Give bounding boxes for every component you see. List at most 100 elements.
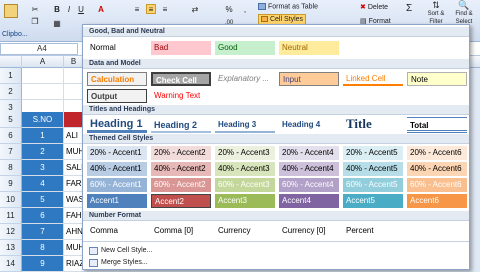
sort-filter-button[interactable]: ⇅ Sort & Filter [424, 1, 448, 26]
table-cell[interactable]: SALI [64, 160, 84, 176]
style-40-accent6[interactable]: 40% - Accent6 [407, 162, 467, 176]
style-heading-1[interactable]: Heading 1 [87, 117, 147, 133]
autosum-icon[interactable]: Σ [406, 3, 412, 14]
style-20-accent6[interactable]: 20% - Accent6 [407, 146, 467, 160]
style-20-accent2[interactable]: 20% - Accent2 [151, 146, 211, 160]
table-cell[interactable]: 1 [22, 128, 64, 144]
style-40-accent5[interactable]: 40% - Accent5 [343, 162, 403, 176]
style-60-accent3[interactable]: 60% - Accent3 [215, 178, 275, 192]
style-accent4[interactable]: Accent4 [279, 194, 339, 208]
column-header-b[interactable]: B [64, 56, 84, 68]
style-good[interactable]: Good [215, 41, 275, 55]
style-comma-0[interactable]: Comma [0] [151, 224, 211, 238]
copy-icon[interactable]: ❐ [30, 16, 40, 26]
style-accent5[interactable]: Accent5 [343, 194, 403, 208]
cut-icon[interactable]: ✂ [30, 4, 40, 14]
style-explanatory[interactable]: Explanatory ... [215, 72, 275, 86]
table-cell[interactable]: MUH [64, 240, 84, 256]
style-accent3[interactable]: Accent3 [215, 194, 275, 208]
column-header-a[interactable]: A [22, 56, 64, 68]
table-cell[interactable]: AHN [64, 224, 84, 240]
style-heading-3[interactable]: Heading 3 [215, 117, 275, 133]
table-cell[interactable]: MUH [64, 144, 84, 160]
table-cell[interactable]: FAR [64, 176, 84, 192]
table-header-cell[interactable] [64, 112, 84, 128]
style-comma[interactable]: Comma [87, 224, 147, 238]
delete-button[interactable]: ✖ Delete [360, 3, 388, 11]
style-accent2[interactable]: Accent2 [151, 194, 211, 208]
style-linked-cell[interactable]: Linked Cell [343, 72, 403, 86]
style-40-accent3[interactable]: 40% - Accent3 [215, 162, 275, 176]
row-header[interactable]: 11 [0, 208, 22, 224]
percent-button[interactable]: % [224, 4, 234, 14]
borders-icon[interactable]: ▦ [52, 18, 62, 28]
style-note[interactable]: Note [407, 72, 467, 86]
style-60-accent4[interactable]: 60% - Accent4 [279, 178, 339, 192]
table-cell[interactable]: 2 [22, 144, 64, 160]
style-total[interactable]: Total [407, 117, 467, 133]
style-calculation[interactable]: Calculation [87, 72, 147, 86]
style-accent1[interactable]: Accent1 [87, 194, 147, 208]
font-color-icon[interactable]: A [96, 4, 106, 14]
select-all-corner[interactable] [0, 56, 22, 68]
name-box[interactable]: A4 [0, 43, 78, 55]
underline-button[interactable]: U [76, 4, 86, 14]
style-20-accent3[interactable]: 20% - Accent3 [215, 146, 275, 160]
table-cell[interactable] [64, 84, 84, 100]
table-cell[interactable]: FAH [64, 208, 84, 224]
style-title[interactable]: Title [343, 115, 403, 133]
row-header[interactable]: 12 [0, 224, 22, 240]
style-input[interactable]: Input [279, 72, 339, 86]
row-header[interactable]: 13 [0, 240, 22, 256]
table-cell[interactable]: 4 [22, 176, 64, 192]
style-20-accent5[interactable]: 20% - Accent5 [343, 146, 403, 160]
wrap-text-icon[interactable]: ⇄ [190, 4, 200, 14]
style-check-cell[interactable]: Check Cell [151, 72, 211, 86]
row-header[interactable]: 8 [0, 160, 22, 176]
table-cell[interactable] [64, 68, 84, 84]
align-left-button[interactable]: ≡ [132, 4, 142, 14]
find-select-button[interactable]: 🔍 Find & Select [450, 1, 478, 26]
table-cell[interactable]: 6 [22, 208, 64, 224]
comma-button[interactable]: , [240, 4, 250, 14]
new-cell-style-menu-item[interactable]: New Cell Style... [87, 245, 152, 257]
table-header-cell[interactable]: S.NO [22, 112, 64, 128]
style-warning-text[interactable]: Warning Text [151, 89, 211, 103]
style-normal[interactable]: Normal [87, 41, 147, 55]
style-percent[interactable]: Percent [343, 224, 403, 238]
row-header[interactable]: 1 [0, 68, 22, 84]
row-header[interactable]: 10 [0, 192, 22, 208]
table-cell[interactable] [22, 84, 64, 100]
table-cell[interactable]: 3 [22, 160, 64, 176]
merge-styles-menu-item[interactable]: Merge Styles... [87, 257, 148, 269]
paste-icon[interactable] [4, 4, 18, 18]
row-header[interactable]: 7 [0, 144, 22, 160]
align-right-button[interactable]: ≡ [160, 4, 170, 14]
style-currency[interactable]: Currency [215, 224, 275, 238]
row-header[interactable]: 6 [0, 128, 22, 144]
row-header[interactable]: 9 [0, 176, 22, 192]
table-cell[interactable]: ALI [64, 128, 84, 144]
table-cell[interactable]: 7 [22, 224, 64, 240]
style-40-accent1[interactable]: 40% - Accent1 [87, 162, 147, 176]
style-bad[interactable]: Bad [151, 41, 211, 55]
align-center-button[interactable]: ≡ [146, 4, 156, 14]
style-output[interactable]: Output [87, 89, 147, 103]
table-cell[interactable]: 5 [22, 192, 64, 208]
style-20-accent4[interactable]: 20% - Accent4 [279, 146, 339, 160]
style-60-accent6[interactable]: 60% - Accent6 [407, 178, 467, 192]
style-60-accent1[interactable]: 60% - Accent1 [87, 178, 147, 192]
style-20-accent1[interactable]: 20% - Accent1 [87, 146, 147, 160]
table-cell[interactable] [22, 68, 64, 84]
row-header[interactable]: 2 [0, 84, 22, 100]
table-cell[interactable]: WAS [64, 192, 84, 208]
row-header[interactable]: 5 [0, 112, 22, 128]
style-currency-0[interactable]: Currency [0] [279, 224, 339, 238]
style-60-accent2[interactable]: 60% - Accent2 [151, 178, 211, 192]
style-accent6[interactable]: Accent6 [407, 194, 467, 208]
style-heading-4[interactable]: Heading 4 [279, 117, 339, 133]
style-60-accent5[interactable]: 60% - Accent5 [343, 178, 403, 192]
style-40-accent4[interactable]: 40% - Accent4 [279, 162, 339, 176]
bold-button[interactable]: B [52, 4, 62, 14]
style-40-accent2[interactable]: 40% - Accent2 [151, 162, 211, 176]
